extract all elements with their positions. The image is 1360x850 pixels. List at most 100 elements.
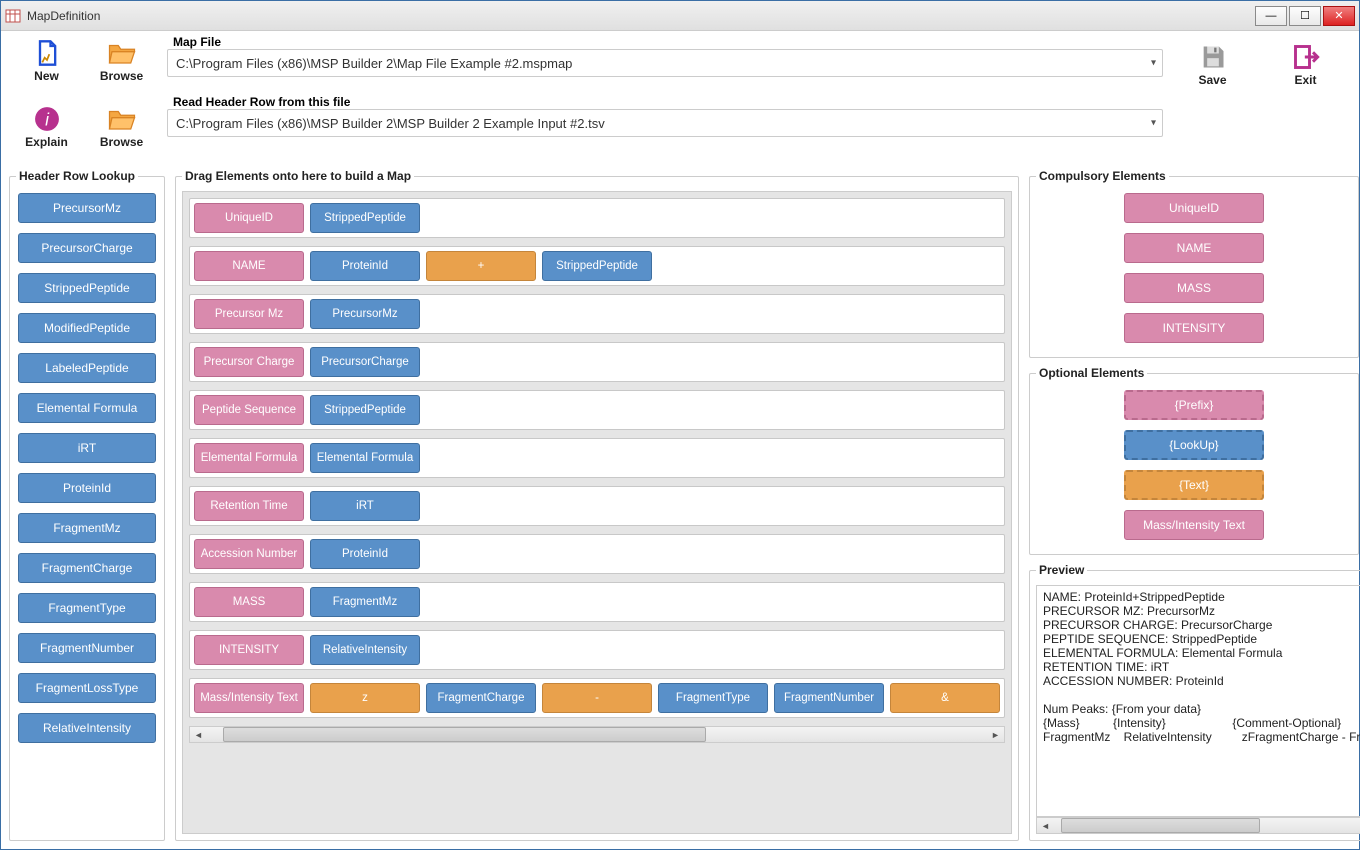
maximize-button[interactable]: ☐ [1289, 6, 1321, 26]
map-pill[interactable]: StrippedPeptide [310, 395, 420, 425]
compulsory-pill[interactable]: NAME [1124, 233, 1264, 263]
lookup-pill[interactable]: FragmentType [18, 593, 156, 623]
map-pill[interactable]: Precursor Mz [194, 299, 304, 329]
preview-text: NAME: ProteinId+StrippedPeptide PRECURSO… [1036, 585, 1360, 817]
save-button[interactable]: Save [1175, 39, 1250, 87]
folder-open-icon [107, 39, 137, 67]
build-scrollbar[interactable]: ◄► [189, 726, 1005, 743]
map-pill[interactable]: FragmentCharge [426, 683, 536, 713]
map-pill[interactable]: PrecursorMz [310, 299, 420, 329]
lookup-pill[interactable]: ModifiedPeptide [18, 313, 156, 343]
lookup-pill[interactable]: PrecursorCharge [18, 233, 156, 263]
map-pill[interactable]: StrippedPeptide [542, 251, 652, 281]
optional-legend: Optional Elements [1036, 366, 1147, 380]
build-drop-zone[interactable]: UniqueIDStrippedPeptideNAMEProteinId+Str… [182, 191, 1012, 834]
browse-map-button[interactable]: Browse [84, 35, 159, 83]
map-pill[interactable]: Elemental Formula [194, 443, 304, 473]
map-row[interactable]: INTENSITYRelativeIntensity [189, 630, 1005, 670]
chevron-down-icon: ▾ [1151, 58, 1156, 69]
map-pill[interactable]: z [310, 683, 420, 713]
close-button[interactable]: ✕ [1323, 6, 1355, 26]
map-pill[interactable]: UniqueID [194, 203, 304, 233]
map-pill[interactable]: + [426, 251, 536, 281]
info-icon: i [34, 105, 60, 133]
map-row[interactable]: Peptide SequenceStrippedPeptide [189, 390, 1005, 430]
map-pill[interactable]: Peptide Sequence [194, 395, 304, 425]
optional-elements: Optional Elements {Prefix} {LookUp} {Text}… [1029, 366, 1359, 555]
map-pill[interactable]: RelativeIntensity [310, 635, 420, 665]
map-pill[interactable]: FragmentMz [310, 587, 420, 617]
map-row[interactable]: Precursor MzPrecursorMz [189, 294, 1005, 334]
compulsory-pill[interactable]: MASS [1124, 273, 1264, 303]
map-row[interactable]: Retention TimeiRT [189, 486, 1005, 526]
map-row[interactable]: NAMEProteinId+StrippedPeptide [189, 246, 1005, 286]
lookup-pill[interactable]: PrecursorMz [18, 193, 156, 223]
map-pill[interactable]: Accession Number [194, 539, 304, 569]
map-pill[interactable]: PrecursorCharge [310, 347, 420, 377]
lookup-pill[interactable]: Elemental Formula [18, 393, 156, 423]
optional-pill[interactable]: Mass/Intensity Text [1124, 510, 1264, 540]
lookup-pill[interactable]: FragmentCharge [18, 553, 156, 583]
build-legend: Drag Elements onto here to build a Map [182, 169, 414, 183]
map-file-label: Map File [167, 35, 1163, 49]
map-pill[interactable]: INTENSITY [194, 635, 304, 665]
header-file-label: Read Header Row from this file [167, 95, 1163, 109]
map-pill[interactable]: iRT [310, 491, 420, 521]
optional-pill[interactable]: {Prefix} [1124, 390, 1264, 420]
lookup-pill[interactable]: FragmentNumber [18, 633, 156, 663]
lookup-pill[interactable]: FragmentLossType [18, 673, 156, 703]
map-pill[interactable]: NAME [194, 251, 304, 281]
header-file-combo[interactable]: C:\Program Files (x86)\MSP Builder 2\MSP… [167, 109, 1163, 137]
map-pill[interactable]: & [890, 683, 1000, 713]
folder-open-icon [107, 105, 137, 133]
map-pill[interactable]: Precursor Charge [194, 347, 304, 377]
app-window: MapDefinition ― ☐ ✕ New Browse [0, 0, 1360, 850]
lookup-pill[interactable]: FragmentMz [18, 513, 156, 543]
app-icon [5, 8, 21, 24]
minimize-button[interactable]: ― [1255, 6, 1287, 26]
chevron-down-icon: ▾ [1151, 118, 1156, 129]
exit-icon [1292, 43, 1320, 71]
map-pill[interactable]: Retention Time [194, 491, 304, 521]
map-pill[interactable]: MASS [194, 587, 304, 617]
map-file-combo[interactable]: C:\Program Files (x86)\MSP Builder 2\Map… [167, 49, 1163, 77]
lookup-pill[interactable]: StrippedPeptide [18, 273, 156, 303]
save-icon [1199, 43, 1227, 71]
map-pill[interactable]: Mass/Intensity Text [194, 683, 304, 713]
compulsory-legend: Compulsory Elements [1036, 169, 1169, 183]
map-pill[interactable]: ProteinId [310, 251, 420, 281]
lookup-pill[interactable]: iRT [18, 433, 156, 463]
optional-pill[interactable]: {Text} [1124, 470, 1264, 500]
browse-header-button[interactable]: Browse [84, 101, 159, 149]
map-pill[interactable]: Elemental Formula [310, 443, 420, 473]
map-pill[interactable]: StrippedPeptide [310, 203, 420, 233]
map-row[interactable]: UniqueIDStrippedPeptide [189, 198, 1005, 238]
map-row[interactable]: Mass/Intensity TextzFragmentCharge-Fragm… [189, 678, 1005, 718]
map-row[interactable]: Precursor ChargePrecursorCharge [189, 342, 1005, 382]
file-new-icon [33, 39, 61, 67]
new-button[interactable]: New [9, 35, 84, 83]
lookup-pill[interactable]: LabeledPeptide [18, 353, 156, 383]
optional-pill[interactable]: {LookUp} [1124, 430, 1264, 460]
map-pill[interactable]: FragmentNumber [774, 683, 884, 713]
exit-button[interactable]: Exit [1268, 39, 1343, 87]
preview-box: Preview NAME: ProteinId+StrippedPeptide … [1029, 563, 1360, 841]
lookup-pill[interactable]: ProteinId [18, 473, 156, 503]
map-pill[interactable]: - [542, 683, 652, 713]
preview-scrollbar[interactable]: ◄► [1036, 817, 1360, 834]
map-row[interactable]: MASSFragmentMz [189, 582, 1005, 622]
map-row[interactable]: Elemental FormulaElemental Formula [189, 438, 1005, 478]
lookup-pill[interactable]: RelativeIntensity [18, 713, 156, 743]
client-area: New Browse i Explain Browse [1, 31, 1359, 849]
lookup-legend: Header Row Lookup [16, 169, 138, 183]
compulsory-pill[interactable]: UniqueID [1124, 193, 1264, 223]
map-pill[interactable]: ProteinId [310, 539, 420, 569]
explain-button[interactable]: i Explain [9, 101, 84, 149]
map-row[interactable]: Accession NumberProteinId [189, 534, 1005, 574]
map-pill[interactable]: FragmentType [658, 683, 768, 713]
header-row-lookup: Header Row Lookup PrecursorMz PrecursorCh… [9, 169, 165, 841]
compulsory-elements: Compulsory Elements UniqueID NAME MASS INTE… [1029, 169, 1359, 358]
window-title: MapDefinition [27, 9, 100, 23]
compulsory-pill[interactable]: INTENSITY [1124, 313, 1264, 343]
map-file-value: C:\Program Files (x86)\MSP Builder 2\Map… [176, 56, 572, 71]
